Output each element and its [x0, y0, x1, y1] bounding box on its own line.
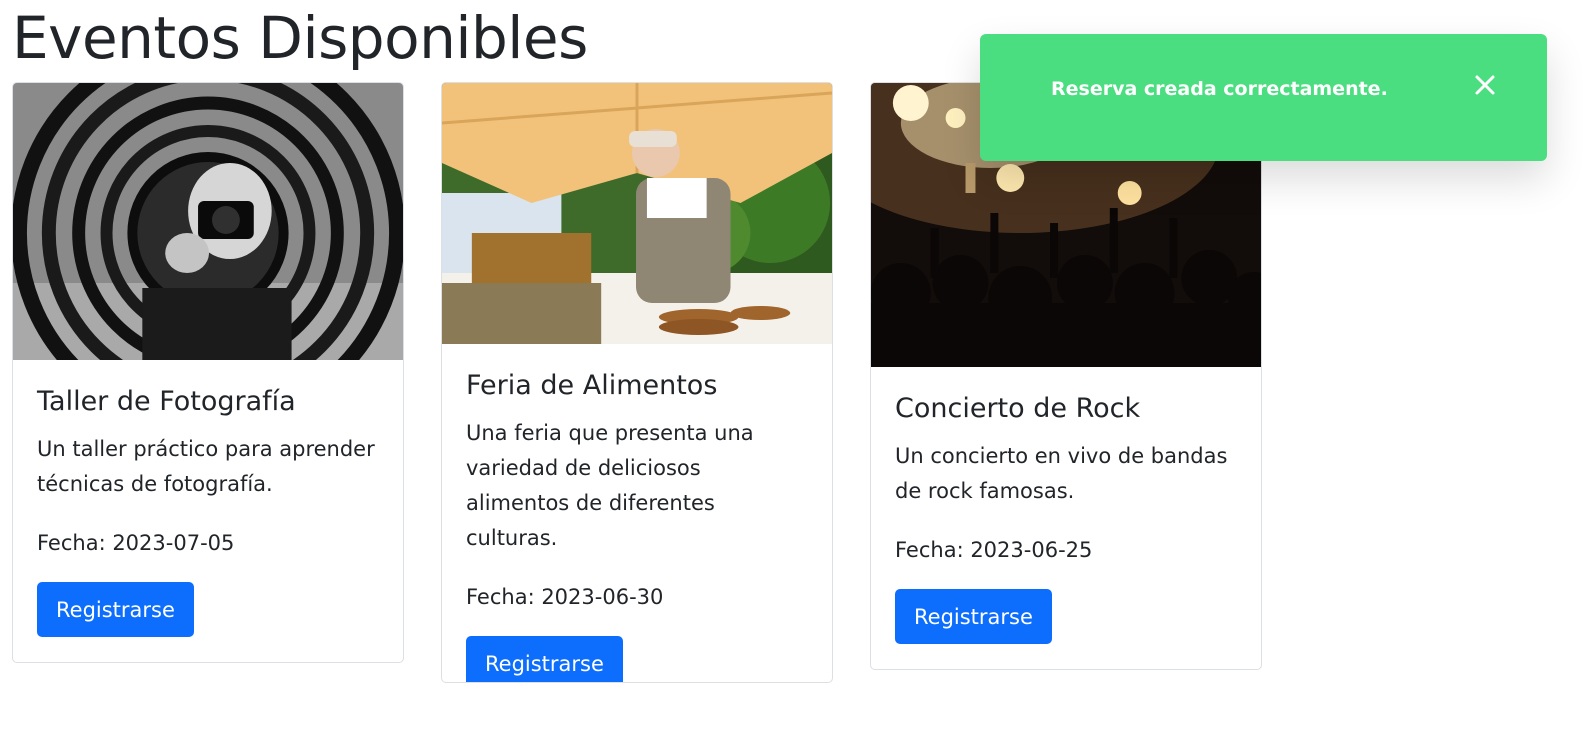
event-card-photography: Taller de Fotografía Un taller práctico …	[12, 82, 404, 663]
register-button[interactable]: Registrarse	[895, 589, 1052, 644]
card-description: Un concierto en vivo de bandas de rock f…	[895, 444, 1228, 503]
success-toast: Reserva creada correctamente.	[980, 34, 1547, 161]
card-description: Un taller práctico para aprender técnica…	[37, 437, 375, 496]
page-title: Eventos Disponibles	[12, 4, 588, 72]
card-title: Concierto de Rock	[895, 393, 1141, 424]
card-title: Taller de Fotografía	[37, 386, 296, 417]
card-title: Feria de Alimentos	[466, 370, 718, 401]
card-date: Fecha: 2023-06-30	[466, 585, 664, 609]
food-market-stall-image	[442, 83, 832, 344]
card-date: Fecha: 2023-06-25	[895, 538, 1093, 562]
toast-close-button[interactable]	[1470, 70, 1500, 100]
toast-message: Reserva creada correctamente.	[1051, 78, 1388, 100]
card-description: Una feria que presenta una variedad de d…	[466, 421, 754, 550]
card-date: Fecha: 2023-07-05	[37, 531, 235, 555]
event-card-rock-concert: Concierto de Rock Un concierto en vivo d…	[870, 82, 1262, 670]
photographer-through-rings-image	[13, 83, 403, 360]
close-icon	[1475, 75, 1495, 95]
register-button[interactable]: Registrarse	[466, 636, 623, 682]
event-card-food-fair: Feria de Alimentos Una feria que present…	[441, 82, 833, 683]
register-button[interactable]: Registrarse	[37, 582, 194, 637]
